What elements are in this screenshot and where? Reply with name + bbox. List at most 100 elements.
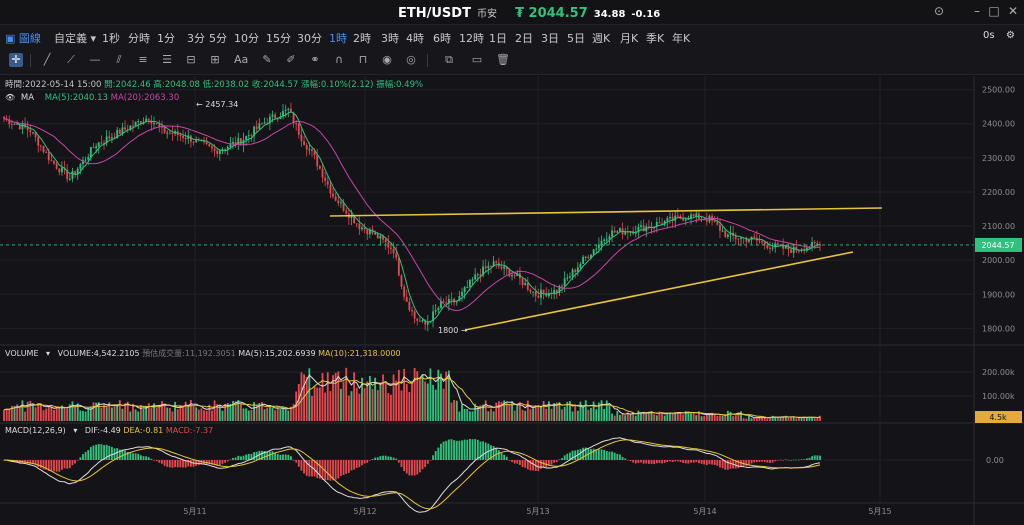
volume-bar bbox=[313, 386, 316, 421]
date-axis-label: 5月11 bbox=[183, 507, 206, 516]
volume-bar bbox=[45, 408, 48, 421]
macd-bar bbox=[97, 444, 100, 460]
volume-bar bbox=[524, 410, 527, 421]
ma-legend[interactable]: 👁 MA MA(5):2040.13 MA(20):2063.30 bbox=[5, 93, 179, 103]
ohlc-readout: 時間:2022-05-14 15:00 開:2042.46 高:2048.08 … bbox=[5, 78, 423, 90]
candle-body bbox=[813, 242, 816, 244]
volume-bar bbox=[434, 389, 437, 421]
macd-bar bbox=[111, 446, 113, 460]
volume-bar bbox=[166, 407, 169, 421]
macd-bar bbox=[816, 455, 819, 460]
macd-bar bbox=[429, 460, 432, 461]
macd-bar bbox=[597, 449, 600, 460]
eye-icon[interactable]: 👁 bbox=[5, 93, 15, 102]
macd-bar bbox=[400, 460, 403, 468]
candle-body bbox=[247, 135, 250, 137]
candle-body bbox=[239, 138, 242, 145]
candle-body bbox=[613, 230, 616, 233]
macd-bar bbox=[563, 455, 566, 460]
macd-bar bbox=[432, 455, 434, 460]
low-annotation: 1800 → bbox=[438, 326, 468, 335]
volume-bar bbox=[753, 418, 756, 421]
volume-bar bbox=[221, 410, 224, 421]
macd-bar bbox=[450, 439, 453, 460]
candle-body bbox=[726, 234, 729, 237]
macd-bar bbox=[779, 459, 782, 461]
candle-body bbox=[450, 298, 453, 300]
macd-bar bbox=[387, 456, 390, 460]
candle-body bbox=[21, 123, 24, 130]
candle-body bbox=[39, 145, 42, 147]
candle-body bbox=[476, 274, 479, 276]
volume-bar bbox=[805, 417, 808, 421]
volume-bar bbox=[79, 410, 82, 421]
candle-body bbox=[748, 239, 750, 242]
price-axis-label: 1900.00 bbox=[982, 290, 1015, 299]
macd-bar bbox=[679, 460, 682, 462]
volume-bar bbox=[774, 417, 777, 421]
price-axis-label: 2500.00 bbox=[982, 86, 1015, 95]
volume-legend[interactable]: VOLUME ▾ VOLUME:4,542.2105 預估成交量:11,192.… bbox=[5, 348, 401, 359]
volume-bar bbox=[748, 415, 750, 421]
chevron-down-icon[interactable]: ▾ bbox=[73, 426, 77, 435]
volume-bar bbox=[305, 377, 308, 421]
macd-bar bbox=[390, 456, 392, 460]
volume-bar bbox=[8, 409, 11, 421]
candle-body bbox=[153, 123, 155, 125]
candle-body bbox=[303, 141, 305, 145]
macd-bar bbox=[161, 460, 163, 464]
candle-body bbox=[474, 274, 477, 280]
candle-body bbox=[163, 126, 166, 133]
candle-body bbox=[411, 310, 413, 312]
volume-bar bbox=[542, 400, 545, 421]
candle-body bbox=[582, 256, 585, 264]
volume-bar bbox=[442, 388, 445, 421]
candle-body bbox=[68, 178, 71, 180]
macd-bar bbox=[340, 460, 342, 476]
volume-bar bbox=[203, 410, 205, 421]
ohlc-amplitude: 振幅:0.49% bbox=[376, 80, 424, 90]
macd-bar bbox=[108, 445, 111, 460]
chevron-down-icon[interactable]: ▾ bbox=[46, 349, 50, 358]
volume-bar bbox=[239, 404, 242, 421]
volume-bar bbox=[750, 418, 753, 421]
macd-bar bbox=[447, 439, 450, 460]
volume-bar bbox=[161, 401, 163, 421]
volume-bar bbox=[605, 400, 608, 421]
volume-bar bbox=[461, 404, 463, 421]
macd-bar bbox=[71, 460, 74, 466]
candle-body bbox=[45, 151, 48, 153]
candle-body bbox=[719, 224, 721, 231]
volume-bar bbox=[350, 391, 353, 421]
macd-bar bbox=[776, 460, 779, 461]
candle-body bbox=[463, 287, 466, 292]
volume-bar bbox=[176, 409, 179, 421]
volume-bar bbox=[266, 407, 269, 421]
macd-bar bbox=[434, 451, 437, 460]
macd-bar bbox=[608, 451, 611, 460]
volume-bar bbox=[287, 410, 290, 421]
volume-bar bbox=[511, 401, 513, 421]
macd-bar bbox=[284, 454, 287, 460]
volume-bar bbox=[669, 412, 671, 421]
volume-bar bbox=[150, 408, 153, 421]
macd-bar bbox=[82, 454, 84, 460]
volume-bar bbox=[395, 380, 398, 421]
volume-bar bbox=[274, 410, 277, 421]
volume-bar bbox=[497, 401, 500, 421]
macd-legend[interactable]: MACD(12,26,9) ▾ DIF:-4.49 DEA:-0.81 MACD… bbox=[5, 426, 213, 435]
volume-bar bbox=[624, 415, 627, 421]
volume-bar bbox=[595, 409, 598, 421]
volume-value: VOLUME:4,542.2105 bbox=[57, 349, 140, 358]
price-axis-label: 2100.00 bbox=[982, 222, 1015, 231]
macd-bar bbox=[784, 459, 787, 461]
volume-bar bbox=[619, 415, 621, 421]
macd-bar bbox=[63, 460, 66, 469]
candle-body bbox=[766, 244, 769, 248]
macd-bar bbox=[397, 460, 400, 463]
macd-bar bbox=[524, 460, 527, 468]
volume-bar bbox=[21, 400, 24, 421]
volume-bar bbox=[758, 417, 761, 421]
volume-bar bbox=[247, 410, 250, 421]
volume-bar bbox=[268, 405, 271, 421]
